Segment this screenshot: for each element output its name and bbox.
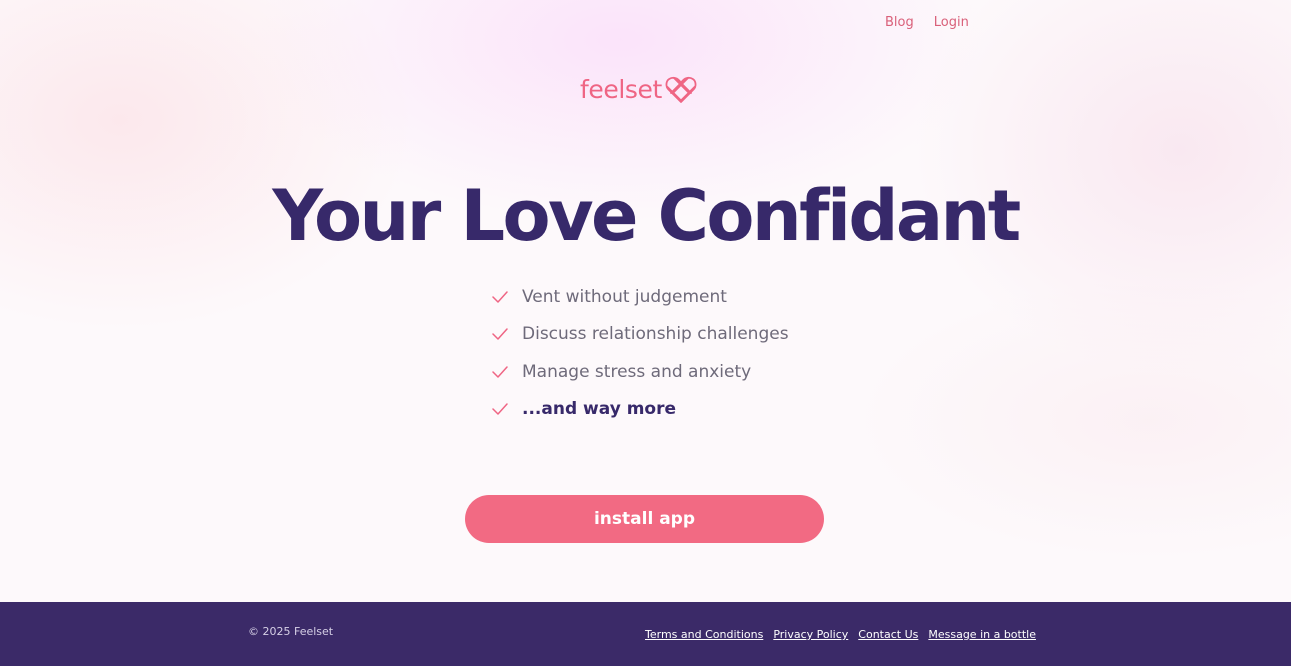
top-nav: Blog Login xyxy=(885,14,969,32)
brand-name: feelset xyxy=(580,75,662,104)
footer: © 2025 Feelset Terms and Conditions Priv… xyxy=(0,602,1291,666)
check-icon xyxy=(492,291,522,303)
check-icon xyxy=(492,403,522,415)
nav-link-blog[interactable]: Blog xyxy=(885,14,914,32)
feature-list: Vent without judgement Discuss relations… xyxy=(492,278,789,428)
brand-logo[interactable]: feelset xyxy=(580,74,697,106)
hero-title: Your Love Confidant xyxy=(272,175,1021,257)
footer-link-terms[interactable]: Terms and Conditions xyxy=(645,627,763,642)
footer-link-contact[interactable]: Contact Us xyxy=(858,627,918,642)
feature-label: Vent without judgement xyxy=(522,286,727,307)
feature-item: Discuss relationship challenges xyxy=(492,316,789,354)
footer-links: Terms and Conditions Privacy Policy Cont… xyxy=(645,627,1036,642)
check-icon xyxy=(492,328,522,340)
heart-lattice-icon xyxy=(665,76,697,104)
feature-item: Vent without judgement xyxy=(492,278,789,316)
feature-label: Discuss relationship challenges xyxy=(522,324,789,345)
nav-link-login[interactable]: Login xyxy=(934,14,969,32)
feature-label-more: ...and way more xyxy=(522,399,676,420)
copyright-text: © 2025 Feelset xyxy=(248,625,334,638)
footer-link-privacy[interactable]: Privacy Policy xyxy=(773,627,848,642)
feature-label: Manage stress and anxiety xyxy=(522,361,752,382)
feature-item: Manage stress and anxiety xyxy=(492,353,789,391)
check-icon xyxy=(492,366,522,378)
feature-item: ...and way more xyxy=(492,391,789,429)
footer-link-message-bottle[interactable]: Message in a bottle xyxy=(928,627,1036,642)
install-app-button[interactable]: install app xyxy=(465,495,824,543)
